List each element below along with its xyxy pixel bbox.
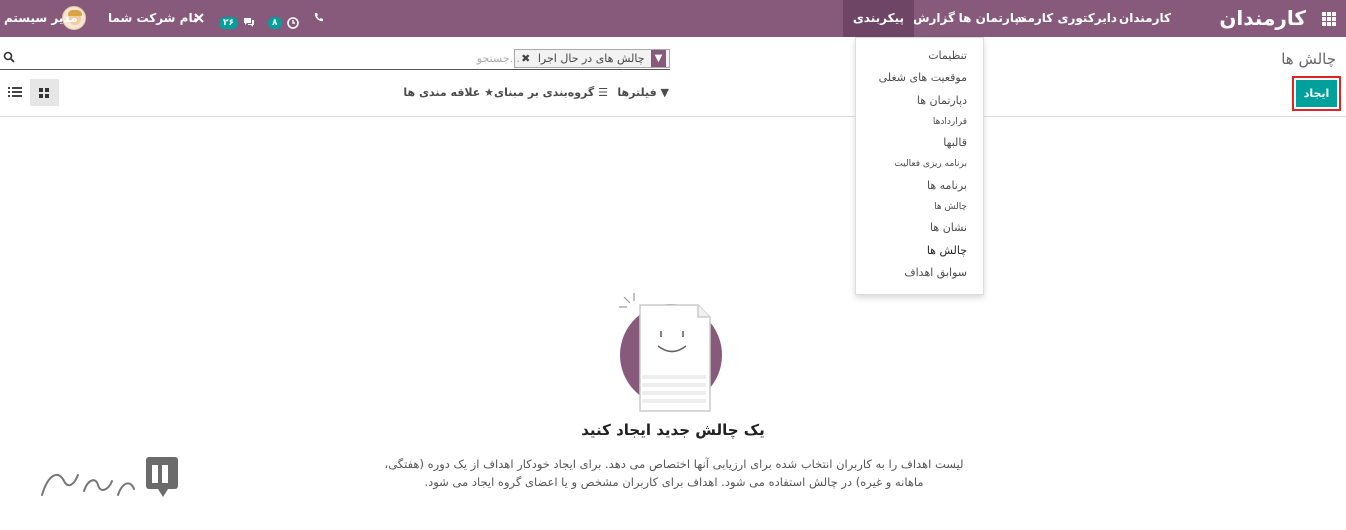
watermark-logo xyxy=(41,457,178,497)
configuration-dropdown: تنظیمات موقعیت های شغلی دپارتمان ها قرار… xyxy=(855,37,984,295)
user-menu-name[interactable]: مدیر سیستم xyxy=(4,0,78,37)
create-button-highlight: ایجاد xyxy=(1292,76,1341,111)
groupby-dropdown[interactable]: گروه‌بندی بر مبنای ☰ xyxy=(494,86,608,99)
favorites-dropdown[interactable]: علاقه مندی ها ★ xyxy=(403,86,494,99)
menu-configuration[interactable]: پیکربندی xyxy=(842,0,914,37)
kanban-icon xyxy=(39,88,49,98)
activities-menu[interactable]: ۸ xyxy=(268,12,299,31)
bars-icon: ☰ xyxy=(598,86,608,99)
config-item-plans[interactable]: برنامه ها xyxy=(927,179,967,192)
messages-menu[interactable]: ۲۶ xyxy=(219,12,255,31)
config-item-templates[interactable]: قالبها xyxy=(943,136,967,149)
config-item-settings[interactable]: تنظیمات xyxy=(928,49,967,62)
empty-state-title: یک چالش جدید ایجاد کنید xyxy=(581,421,765,439)
filters-label: فیلترها xyxy=(617,86,657,99)
config-item-departments[interactable]: دپارتمان ها xyxy=(917,94,967,107)
kanban-view-button[interactable] xyxy=(30,79,59,106)
messages-badge: ۲۶ xyxy=(219,16,238,29)
filters-dropdown[interactable]: فیلترها ▼ xyxy=(617,86,669,99)
top-navbar: کارمندان کارمندان دایرکتوری کارمند دپارت… xyxy=(0,0,1346,37)
empty-state-description: لیست اهداف را به کاربران انتخاب شده برای… xyxy=(384,457,964,489)
empty-document-illustration xyxy=(619,293,722,412)
debug-tools-icon[interactable] xyxy=(193,12,205,24)
menu-employee-directory[interactable]: دایرکتوری کارمند xyxy=(1016,0,1117,37)
config-item-challenges[interactable]: چالش ها xyxy=(927,244,967,257)
menu-employees[interactable]: کارمندان xyxy=(1119,0,1171,37)
favorites-label: علاقه مندی ها xyxy=(403,86,481,99)
control-panel-divider xyxy=(0,116,1346,117)
search-icon[interactable] xyxy=(3,51,15,63)
page-title: چالش ها xyxy=(1281,50,1336,68)
facet-label: چالش های در حال اجرا xyxy=(537,52,645,65)
config-item-activity-planning[interactable]: برنامه ریزی فعالیت xyxy=(894,159,967,169)
config-item-badges[interactable]: نشان ها xyxy=(930,221,967,234)
apps-menu-icon[interactable] xyxy=(1322,12,1336,26)
config-item-contracts[interactable]: قراردادها xyxy=(933,117,967,127)
config-item-job-positions[interactable]: موقعیت های شغلی xyxy=(879,71,967,84)
filter-icon: ▼ xyxy=(651,50,666,67)
config-item-challenges-small[interactable]: چالش ها xyxy=(934,202,967,212)
config-item-goal-history[interactable]: سوابق اهداف xyxy=(904,266,967,279)
activities-badge: ۸ xyxy=(268,16,282,29)
chat-icon xyxy=(244,18,255,27)
app-brand[interactable]: کارمندان xyxy=(1219,0,1306,37)
star-icon: ★ xyxy=(484,86,494,99)
groupby-label: گروه‌بندی بر مبنای xyxy=(494,86,595,99)
menu-departments[interactable]: دپارتمان ها xyxy=(959,0,1025,37)
phone-icon[interactable] xyxy=(313,12,324,23)
list-view-icon[interactable] xyxy=(8,85,22,99)
filter-icon: ▼ xyxy=(660,86,669,99)
search-input[interactable]: جستجو... xyxy=(477,52,520,65)
search-bar[interactable]: ✖ چالش های در حال اجرا ▼ جستجو... xyxy=(0,48,670,70)
search-facet: ✖ چالش های در حال اجرا ▼ xyxy=(514,49,670,68)
facet-remove-icon[interactable]: ✖ xyxy=(521,52,530,65)
menu-reporting[interactable]: گزارش xyxy=(913,0,955,37)
clock-icon xyxy=(286,16,299,29)
company-switcher[interactable]: نام شرکت شما xyxy=(108,0,197,37)
create-button[interactable]: ایجاد xyxy=(1296,80,1337,107)
